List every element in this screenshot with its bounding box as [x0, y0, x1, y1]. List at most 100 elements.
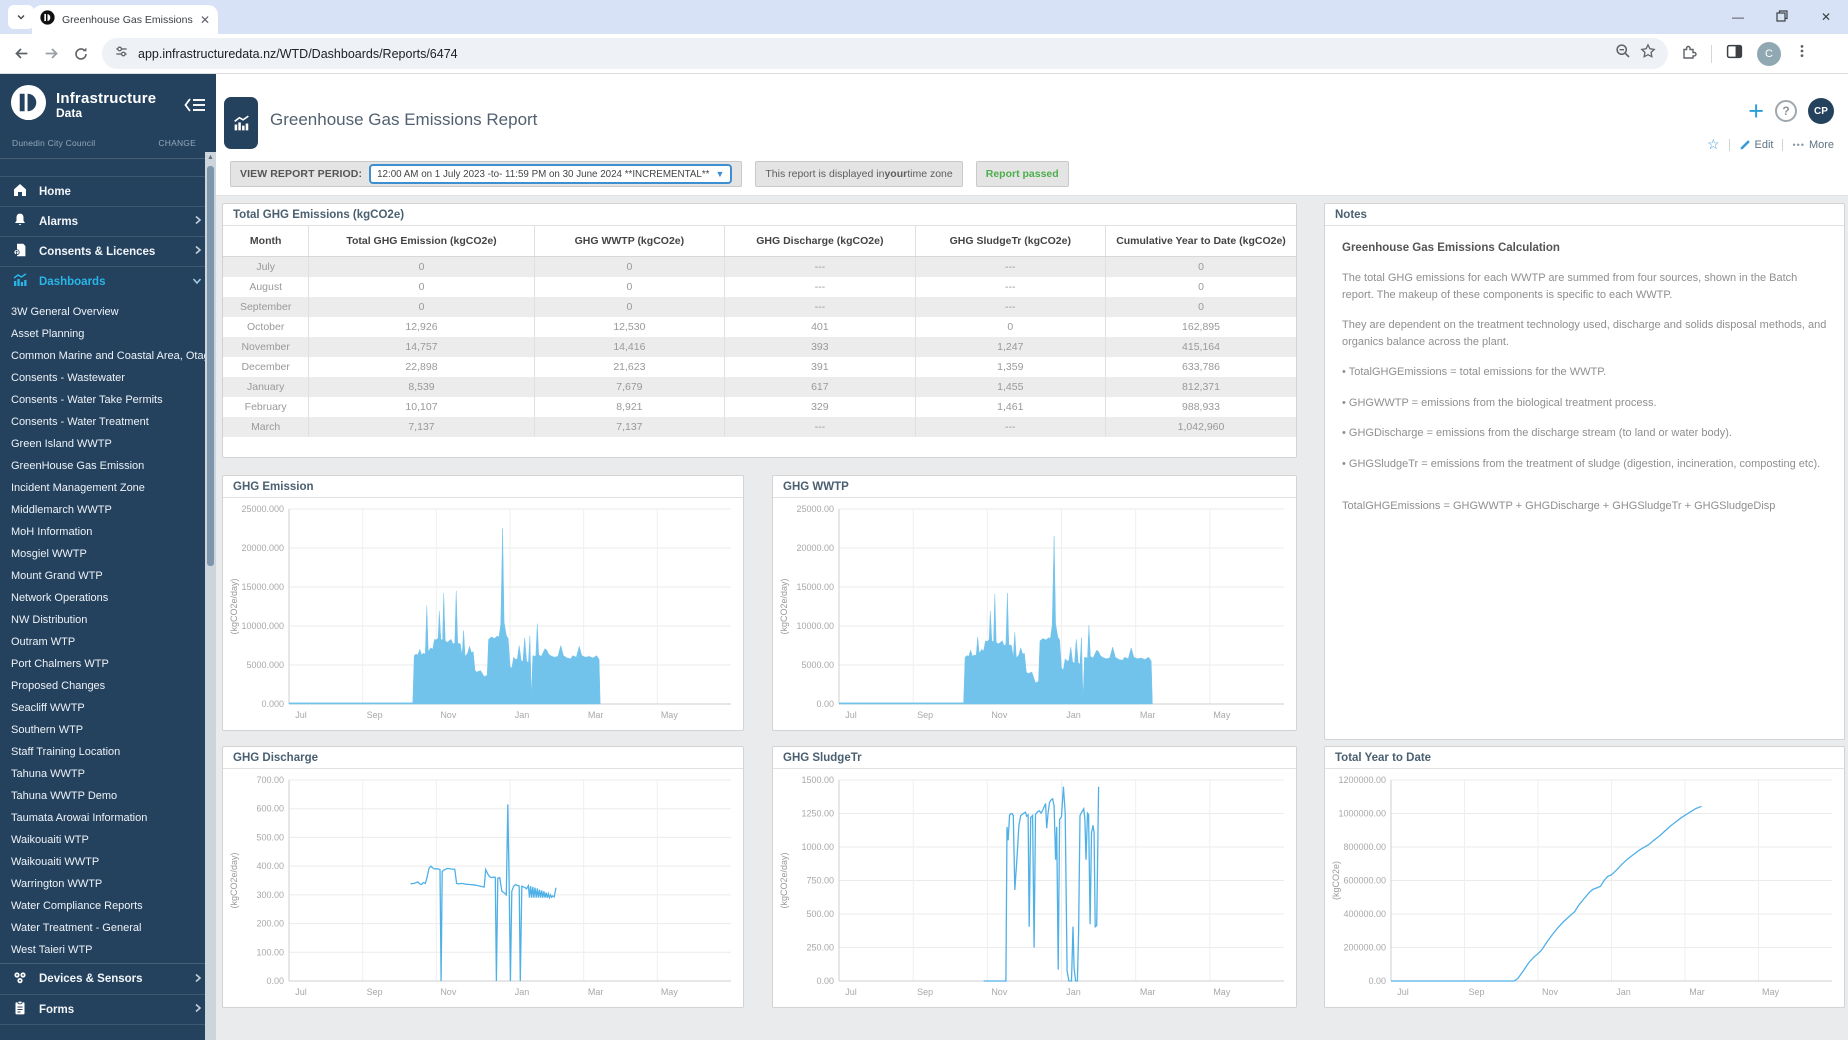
sidebar-item-green-island-wwtp[interactable]: Green Island WWTP: [0, 433, 216, 455]
sidebar-item-consents-water-take-permits[interactable]: Consents - Water Take Permits: [0, 389, 216, 411]
svg-text:10000.00: 10000.00: [796, 621, 834, 631]
value-cell: 7,137: [534, 417, 724, 437]
sidebar-item-dashboards[interactable]: Dashboards: [0, 266, 216, 296]
svg-text:1500.00: 1500.00: [801, 775, 834, 785]
sidebar-scrollbar[interactable]: ▲: [205, 152, 216, 1040]
tab-search-chevron-icon[interactable]: [8, 5, 34, 29]
sidebar-item-consents-licences[interactable]: Consents & Licences: [0, 236, 216, 266]
value-cell: ---: [725, 257, 915, 278]
devices-icon: [12, 970, 28, 989]
forward-icon[interactable]: [36, 45, 66, 62]
sidebar-item-seacliff-wwtp[interactable]: Seacliff WWTP: [0, 697, 216, 719]
sidebar-collapse-icon[interactable]: [184, 97, 206, 113]
url-text[interactable]: app.infrastructuredata.nz/WTD/Dashboards…: [138, 47, 1606, 61]
sidebar-item-consents-water-treatment[interactable]: Consents - Water Treatment: [0, 411, 216, 433]
help-button[interactable]: ?: [1775, 100, 1797, 122]
browser-tab[interactable]: Greenhouse Gas Emissions Rep ✕: [32, 5, 218, 34]
more-button[interactable]: ••• More: [1792, 139, 1834, 151]
side-panel-icon[interactable]: [1726, 43, 1743, 65]
column-header: Month: [223, 226, 309, 257]
svg-text:1250.00: 1250.00: [801, 809, 834, 819]
svg-text:(kgCO2e/day): (kgCO2e/day): [229, 578, 239, 634]
sidebar-item-incident-management-zone[interactable]: Incident Management Zone: [0, 477, 216, 499]
value-cell: ---: [915, 257, 1105, 278]
sidebar-item-tahuna-wwtp-demo[interactable]: Tahuna WWTP Demo: [0, 785, 216, 807]
change-org-link[interactable]: CHANGE: [158, 138, 196, 148]
zoom-out-icon[interactable]: [1615, 43, 1631, 64]
site-settings-icon[interactable]: [114, 44, 129, 64]
sidebar-item-home[interactable]: Home: [0, 176, 216, 206]
ghg-discharge-plot: 0.00100.00200.00300.00400.00500.00600.00…: [225, 772, 741, 1005]
page-title: Greenhouse Gas Emissions Report: [270, 110, 537, 130]
sidebar-item-staff-training-location[interactable]: Staff Training Location: [0, 741, 216, 763]
chevron-right-icon: [194, 215, 202, 228]
browser-profile-avatar[interactable]: C: [1757, 42, 1781, 66]
chevron-right-icon: [194, 1003, 202, 1016]
svg-text:0.00: 0.00: [1368, 976, 1386, 986]
sidebar-item-water-compliance-reports[interactable]: Water Compliance Reports: [0, 895, 216, 917]
sidebar-item-outram-wtp[interactable]: Outram WTP: [0, 631, 216, 653]
sidebar-item-waikouaiti-wwtp[interactable]: Waikouaiti WWTP: [0, 851, 216, 873]
report-period-bar: VIEW REPORT PERIOD: 12:00 AM on 1 July 2…: [230, 161, 1069, 187]
sidebar-item-moh-information[interactable]: MoH Information: [0, 521, 216, 543]
sidebar-item-west-taieri-wtp[interactable]: West Taieri WTP: [0, 939, 216, 961]
toolbar-right-icons: C: [1680, 42, 1819, 66]
sidebar-item-mount-grand-wtp[interactable]: Mount Grand WTP: [0, 565, 216, 587]
svg-text:200000.00: 200000.00: [1343, 943, 1386, 953]
add-button[interactable]: +: [1748, 100, 1764, 122]
close-icon[interactable]: ✕: [1804, 10, 1848, 24]
svg-text:5000.00: 5000.00: [801, 660, 834, 670]
tab-close-icon[interactable]: ✕: [200, 14, 210, 26]
sidebar-item-asset-planning[interactable]: Asset Planning: [0, 323, 216, 345]
svg-text:400000.00: 400000.00: [1343, 909, 1386, 919]
sidebar-item-proposed-changes[interactable]: Proposed Changes: [0, 675, 216, 697]
restore-icon[interactable]: [1760, 10, 1804, 25]
sidebar-item-greenhouse-gas-emission[interactable]: GreenHouse Gas Emission: [0, 455, 216, 477]
favourite-star-icon[interactable]: ☆: [1707, 136, 1720, 153]
sidebar-item-taumata-arowai-information[interactable]: Taumata Arowai Information: [0, 807, 216, 829]
sidebar-item-waikouaiti-wtp[interactable]: Waikouaiti WTP: [0, 829, 216, 851]
sidebar-item-consents-wastewater[interactable]: Consents - Wastewater: [0, 367, 216, 389]
sidebar-item-network-operations[interactable]: Network Operations: [0, 587, 216, 609]
svg-text:May: May: [1213, 710, 1231, 720]
extensions-icon[interactable]: [1680, 43, 1697, 65]
sidebar-item-middlemarch-wwtp[interactable]: Middlemarch WWTP: [0, 499, 216, 521]
sidebar-item-tahuna-wwtp[interactable]: Tahuna WWTP: [0, 763, 216, 785]
report-period-select[interactable]: 12:00 AM on 1 July 2023 -to- 11:59 PM on…: [369, 164, 732, 184]
toolbar-divider: [1711, 45, 1712, 63]
value-cell: 10,107: [309, 397, 534, 417]
timezone-note: This report is displayed in your time zo…: [755, 161, 962, 187]
edit-button[interactable]: Edit: [1739, 139, 1774, 151]
user-avatar[interactable]: CP: [1808, 98, 1834, 124]
report-status-badge: Report passed: [976, 161, 1069, 187]
sidebar-item-forms[interactable]: Forms: [0, 994, 216, 1024]
home-icon: [12, 182, 28, 201]
svg-text:Mar: Mar: [1140, 987, 1156, 997]
bookmark-star-icon[interactable]: [1640, 43, 1656, 64]
sidebar-item-mosgiel-wwtp[interactable]: Mosgiel WWTP: [0, 543, 216, 565]
sidebar-item-alarms[interactable]: Alarms: [0, 206, 216, 236]
back-icon[interactable]: [6, 45, 36, 62]
sidebar-item-3w-general-overview[interactable]: 3W General Overview: [0, 301, 216, 323]
value-cell: 0: [309, 297, 534, 317]
organisation-name: Dunedin City Council: [12, 138, 95, 148]
sidebar-item-common-marine-and-coastal-area-otag[interactable]: Common Marine and Coastal Area, Otag…: [0, 345, 216, 367]
screen: Greenhouse Gas Emissions Rep ✕ — ✕ app.i…: [0, 0, 1848, 1040]
value-cell: 401: [725, 317, 915, 337]
address-bar[interactable]: app.infrastructuredata.nz/WTD/Dashboards…: [102, 38, 1668, 69]
sidebar-item-southern-wtp[interactable]: Southern WTP: [0, 719, 216, 741]
value-cell: 1,247: [915, 337, 1105, 357]
sidebar-item-port-chalmers-wtp[interactable]: Port Chalmers WTP: [0, 653, 216, 675]
sidebar-item-partial[interactable]: [0, 1024, 216, 1040]
value-cell: ---: [915, 277, 1105, 297]
reload-icon[interactable]: [66, 46, 96, 62]
menu-kebab-icon[interactable]: [1795, 43, 1809, 64]
sidebar-item-warrington-wwtp[interactable]: Warrington WWTP: [0, 873, 216, 895]
scrollbar-thumb[interactable]: [207, 166, 214, 566]
table-row: December22,89821,6233911,359633,786: [223, 357, 1296, 377]
sidebar-item-devices-sensors[interactable]: Devices & Sensors: [0, 964, 216, 994]
sidebar-item-nw-distribution[interactable]: NW Distribution: [0, 609, 216, 631]
browser-tab-strip: Greenhouse Gas Emissions Rep ✕ — ✕: [0, 0, 1848, 34]
sidebar-item-water-treatment-general[interactable]: Water Treatment - General: [0, 917, 216, 939]
minimize-icon[interactable]: —: [1716, 10, 1760, 24]
